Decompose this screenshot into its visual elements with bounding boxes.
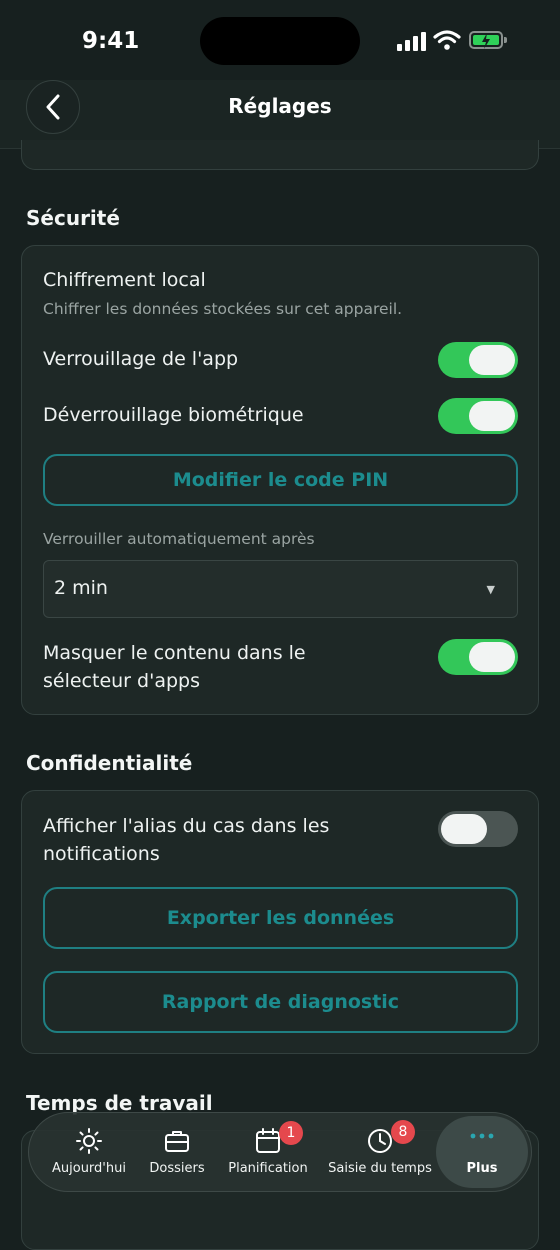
- tab-more[interactable]: Plus: [436, 1116, 528, 1188]
- wifi-icon: [433, 29, 461, 51]
- clock-icon: [366, 1127, 394, 1159]
- app-lock-label: Verrouillage de l'app: [43, 348, 239, 370]
- status-bar: 9:41: [0, 0, 560, 80]
- privacy-card: Afficher l'alias du cas dans les notific…: [21, 790, 539, 1054]
- navigation-header: Réglages: [0, 80, 560, 149]
- show-alias-label-line2: notifications: [43, 843, 160, 865]
- tab-label: Aujourd'hui: [52, 1161, 126, 1176]
- tab-dossiers[interactable]: Dossiers: [141, 1113, 213, 1191]
- status-time: 9:41: [82, 28, 140, 54]
- signal-icon: [397, 31, 427, 51]
- tab-time-entry[interactable]: 8 Saisie du temps: [324, 1113, 436, 1191]
- toggle-knob: [469, 345, 515, 375]
- caret-down-icon: ▼: [486, 583, 495, 596]
- briefcase-icon: [163, 1127, 191, 1159]
- calendar-icon: [254, 1127, 282, 1159]
- hide-content-label-line2: sélecteur d'apps: [43, 670, 200, 692]
- local-encryption-description: Chiffrer les données stockées sur cet ap…: [43, 300, 403, 318]
- toggle-knob: [441, 814, 487, 844]
- toggle-knob: [469, 642, 515, 672]
- change-pin-button[interactable]: Modifier le code PIN: [43, 454, 518, 506]
- auto-lock-label: Verrouiller automatiquement après: [43, 530, 315, 548]
- show-alias-label-line1: Afficher l'alias du cas dans les: [43, 815, 330, 837]
- export-data-button[interactable]: Exporter les données: [43, 887, 518, 949]
- auto-lock-select[interactable]: 2 min ▼: [43, 560, 518, 618]
- page-title: Réglages: [228, 94, 332, 118]
- hide-content-label-line1: Masquer le contenu dans le: [43, 642, 306, 664]
- show-alias-toggle[interactable]: [438, 811, 518, 847]
- biometric-unlock-toggle[interactable]: [438, 398, 518, 434]
- section-title-privacy: Confidentialité: [26, 751, 193, 775]
- sun-icon: [75, 1127, 103, 1159]
- previous-settings-card: [21, 140, 539, 170]
- security-card: Chiffrement local Chiffrer les données s…: [21, 245, 539, 715]
- tab-bar: Aujourd'hui Dossiers 1 Planification 8 S…: [28, 1112, 532, 1192]
- tab-label: Dossiers: [149, 1161, 205, 1176]
- biometric-unlock-label: Déverrouillage biométrique: [43, 404, 304, 426]
- section-title-security: Sécurité: [26, 206, 120, 230]
- auto-lock-value: 2 min: [54, 577, 108, 599]
- tab-label: Plus: [466, 1161, 498, 1176]
- toggle-knob: [469, 401, 515, 431]
- time-entry-badge: 8: [391, 1120, 415, 1144]
- more-icon: [468, 1128, 496, 1147]
- diagnostic-report-button[interactable]: Rapport de diagnostic: [43, 971, 518, 1033]
- local-encryption-label: Chiffrement local: [43, 269, 206, 291]
- battery-icon: [469, 31, 507, 49]
- planning-badge: 1: [279, 1121, 303, 1145]
- app-lock-toggle[interactable]: [438, 342, 518, 378]
- hide-content-toggle[interactable]: [438, 639, 518, 675]
- tab-label: Planification: [228, 1161, 308, 1176]
- dynamic-island: [200, 17, 360, 65]
- tab-label: Saisie du temps: [328, 1161, 432, 1176]
- tab-today[interactable]: Aujourd'hui: [47, 1113, 131, 1191]
- tab-planning[interactable]: 1 Planification: [222, 1113, 314, 1191]
